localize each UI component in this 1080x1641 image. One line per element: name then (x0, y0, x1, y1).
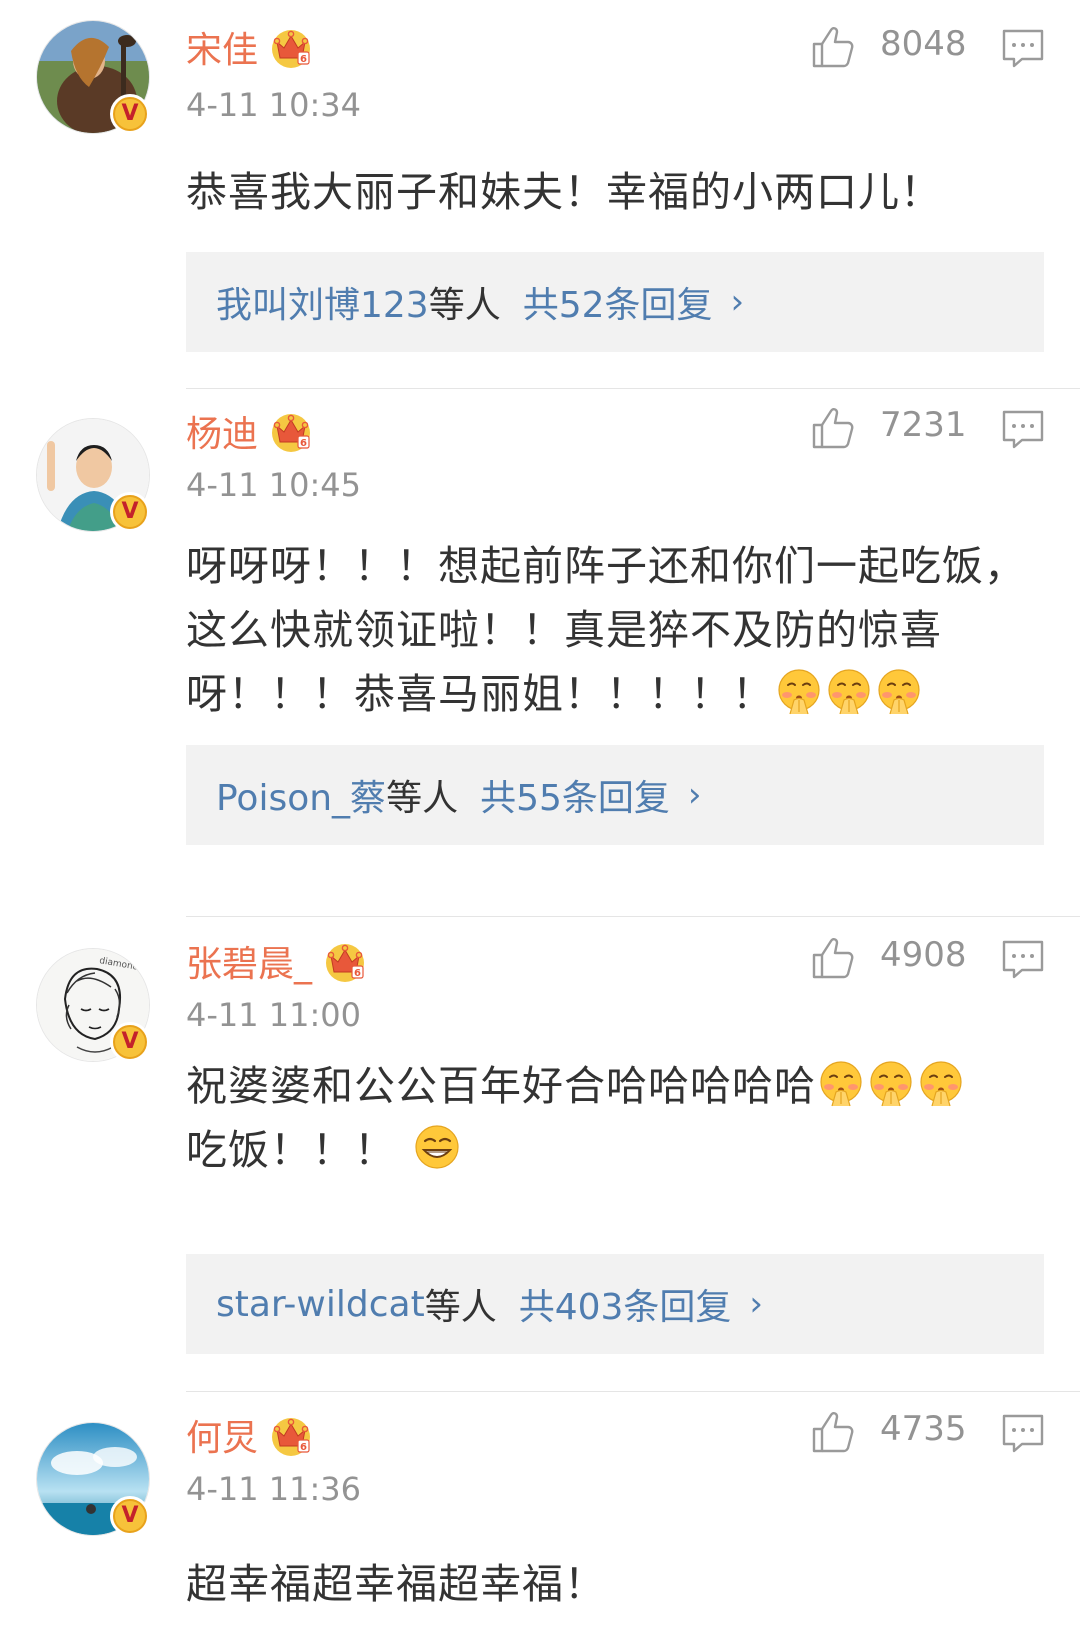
post-time: 4-11 10:34 (186, 86, 362, 124)
vip-crown-icon (268, 408, 314, 454)
reply-summary[interactable]: 我叫刘博123 等人 共52条回复 › (186, 252, 1044, 352)
thumbs-up-icon[interactable] (808, 1407, 858, 1457)
reply-user-names[interactable]: 我叫刘博123 (216, 276, 429, 328)
shy-face-icon (916, 1058, 966, 1108)
avatar[interactable]: V (36, 20, 150, 134)
shy-face-icon (866, 1058, 916, 1108)
thumbs-up-icon[interactable] (808, 933, 858, 983)
avatar[interactable]: diamond V (36, 948, 150, 1062)
avatar[interactable]: V (36, 1422, 150, 1536)
chevron-right-icon: › (730, 282, 745, 322)
comment-icon[interactable] (1000, 1410, 1046, 1456)
comment-item: diamond V 张碧晨_ 4-11 11:00 4908 祝婆婆和公公百年好… (0, 928, 1080, 1402)
reply-user-names[interactable]: star-wildcat (216, 1284, 425, 1325)
user-name[interactable]: 宋佳 (186, 21, 258, 73)
shy-face-icon (824, 666, 874, 716)
reply-summary[interactable]: Poison_蔡 等人 共55条回复 › (186, 745, 1044, 845)
reply-suffix: 等人 (428, 285, 501, 326)
post-time: 4-11 10:45 (186, 466, 362, 504)
vip-crown-icon (322, 938, 368, 984)
vip-crown-icon (268, 1412, 314, 1458)
shy-face-icon (816, 1058, 866, 1108)
divider (186, 388, 1080, 389)
comment-item: V 何炅 4-11 11:36 4735 超幸福超幸福超幸福！ (0, 1402, 1080, 1641)
comment-text: 超幸福超幸福超幸福！ (186, 1560, 606, 1608)
verified-badge: V (110, 492, 150, 532)
comment-icon[interactable] (1000, 25, 1046, 71)
user-name[interactable]: 杨迪 (186, 405, 258, 457)
avatar[interactable]: V (36, 418, 150, 532)
thumbs-up-icon[interactable] (808, 22, 858, 72)
reply-count[interactable]: 共55条回复 (480, 769, 670, 821)
reply-count[interactable]: 共403条回复 (519, 1278, 732, 1330)
post-time: 4-11 11:00 (186, 996, 362, 1034)
post-time: 4-11 11:36 (186, 1470, 362, 1508)
chevron-right-icon: › (749, 1284, 764, 1324)
shy-face-icon (774, 666, 824, 716)
reply-suffix: 等人 (386, 778, 459, 819)
chevron-right-icon: › (687, 775, 702, 815)
reply-count[interactable]: 共52条回复 (523, 276, 713, 328)
verified-badge: V (110, 94, 150, 134)
comment-text-line-2: 吃饭！！！ (186, 1126, 396, 1174)
user-name[interactable]: 张碧晨_ (186, 935, 312, 987)
shy-face-icon (874, 666, 924, 716)
grin-face-icon (412, 1122, 462, 1172)
thumbs-up-icon[interactable] (808, 403, 858, 453)
comment-item: V 宋佳 4-11 10:34 8048 恭喜我大丽子和妹夫！幸福的小两口儿！ … (0, 0, 1080, 389)
vip-crown-icon (268, 24, 314, 70)
like-count: 8048 (880, 24, 967, 64)
verified-badge: V (110, 1496, 150, 1536)
user-name[interactable]: 何炅 (186, 1409, 258, 1461)
comment-text: 呀呀呀！！！想起前阵子还和你们一起吃饭，这么快就领证啦！！真是猝不及防的惊喜呀！… (186, 534, 1046, 726)
reply-user-names[interactable]: Poison_蔡 (216, 769, 386, 821)
like-count: 7231 (880, 405, 967, 445)
divider (186, 916, 1080, 917)
comment-item: V 杨迪 4-11 10:45 7231 呀呀呀！！！想起前阵子还和你们一起吃饭… (0, 398, 1080, 928)
comment-icon[interactable] (1000, 936, 1046, 982)
reply-suffix: 等人 (424, 1287, 497, 1328)
comment-icon[interactable] (1000, 406, 1046, 452)
divider (186, 1391, 1080, 1392)
comment-text-line-1: 祝婆婆和公公百年好合哈哈哈哈哈 (186, 1062, 816, 1110)
verified-badge: V (110, 1022, 150, 1062)
reply-summary[interactable]: star-wildcat 等人 共403条回复 › (186, 1254, 1044, 1354)
like-count: 4735 (880, 1409, 967, 1449)
like-count: 4908 (880, 935, 967, 975)
comment-text: 恭喜我大丽子和妹夫！幸福的小两口儿！ (186, 168, 942, 216)
comment-text: 祝婆婆和公公百年好合哈哈哈哈哈 吃饭！！！ (186, 1054, 1046, 1182)
